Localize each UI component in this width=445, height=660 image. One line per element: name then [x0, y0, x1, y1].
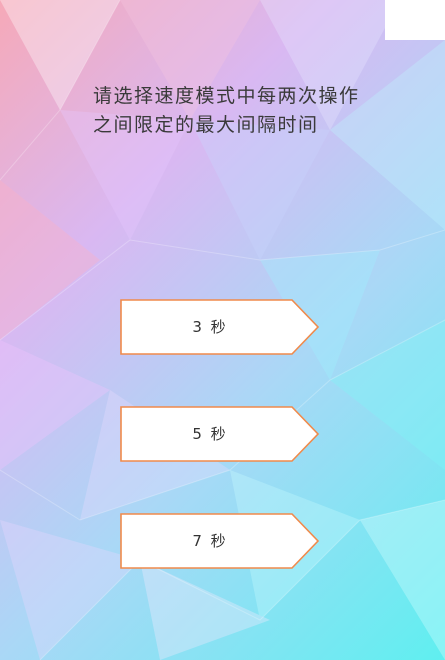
option-label: 5 秒: [192, 425, 228, 443]
option-3-seconds[interactable]: 3 秒: [120, 299, 320, 355]
option-label: 3 秒: [192, 318, 228, 336]
option-label: 7 秒: [192, 532, 228, 550]
quiz-screen: 请选择速度模式中每两次操作之间限定的最大间隔时间 3 秒 5 秒 7 秒: [0, 0, 445, 660]
option-7-seconds[interactable]: 7 秒: [120, 513, 320, 569]
option-5-seconds[interactable]: 5 秒: [120, 406, 320, 462]
question-text: 请选择速度模式中每两次操作之间限定的最大间隔时间: [93, 85, 360, 136]
corner-highlight: [385, 0, 445, 40]
